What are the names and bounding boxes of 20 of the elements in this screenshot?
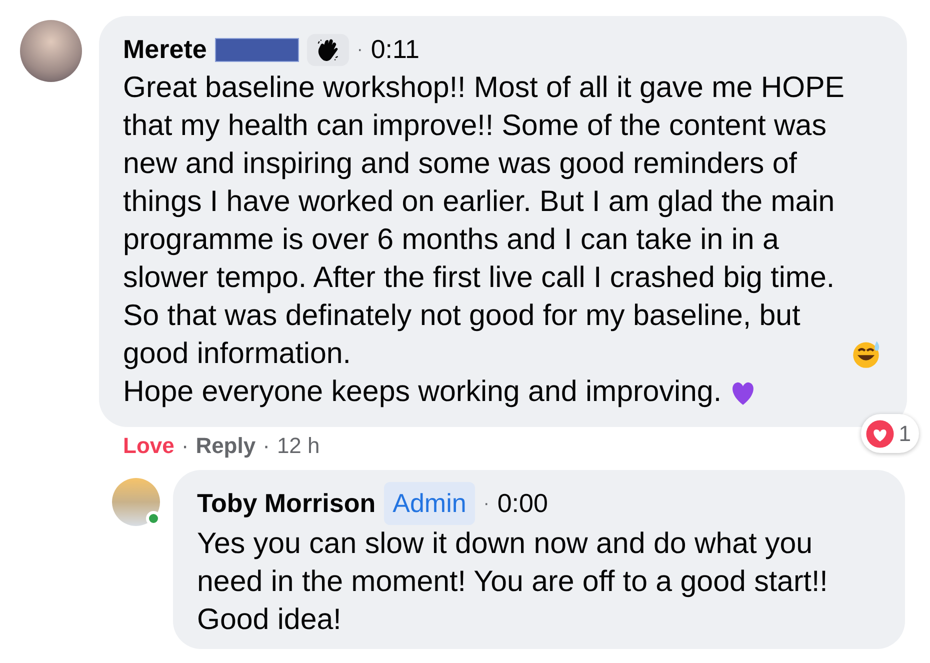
comment-age[interactable]: 12 h (276, 429, 320, 462)
comment-time[interactable]: 0:11 (370, 30, 420, 69)
role-badge: Admin (384, 482, 476, 525)
reply-link[interactable]: Reply (196, 429, 256, 462)
sweat-smile-emoji-icon (851, 339, 881, 369)
separator-dot: · (262, 432, 270, 460)
comment-text: Hope everyone keeps working and improving. (123, 374, 722, 410)
love-link[interactable]: Love (123, 429, 174, 462)
author-name[interactable]: Toby Morrison (197, 484, 376, 523)
comment-text: Yes you can slow it down now and do what you need in the moment! You are off to a good start!! Good idea! (197, 526, 829, 638)
separator-dot: · (483, 492, 490, 515)
reaction-count[interactable]: 1 (860, 414, 919, 453)
separator-dot: · (181, 432, 189, 460)
author-name[interactable]: Merete (123, 30, 207, 69)
comment-text: Great baseline workshop!! Most of all it gave me HOPE that my health can improve!! Some of the content was new and inspiring and some was good reminders of things I have worked on earlier. But I am glad the main programme is over 6 months and I can take in in a slower tempo. After the first live call I crashed big time. So that was definately not good for my baseline, but good information. (123, 70, 845, 372)
waving-hand-icon (306, 34, 349, 66)
comment-time[interactable]: 0:00 (497, 484, 548, 523)
separator-dot: · (356, 38, 363, 61)
user-avatar[interactable] (112, 478, 160, 526)
heart-reaction-icon (864, 418, 895, 448)
